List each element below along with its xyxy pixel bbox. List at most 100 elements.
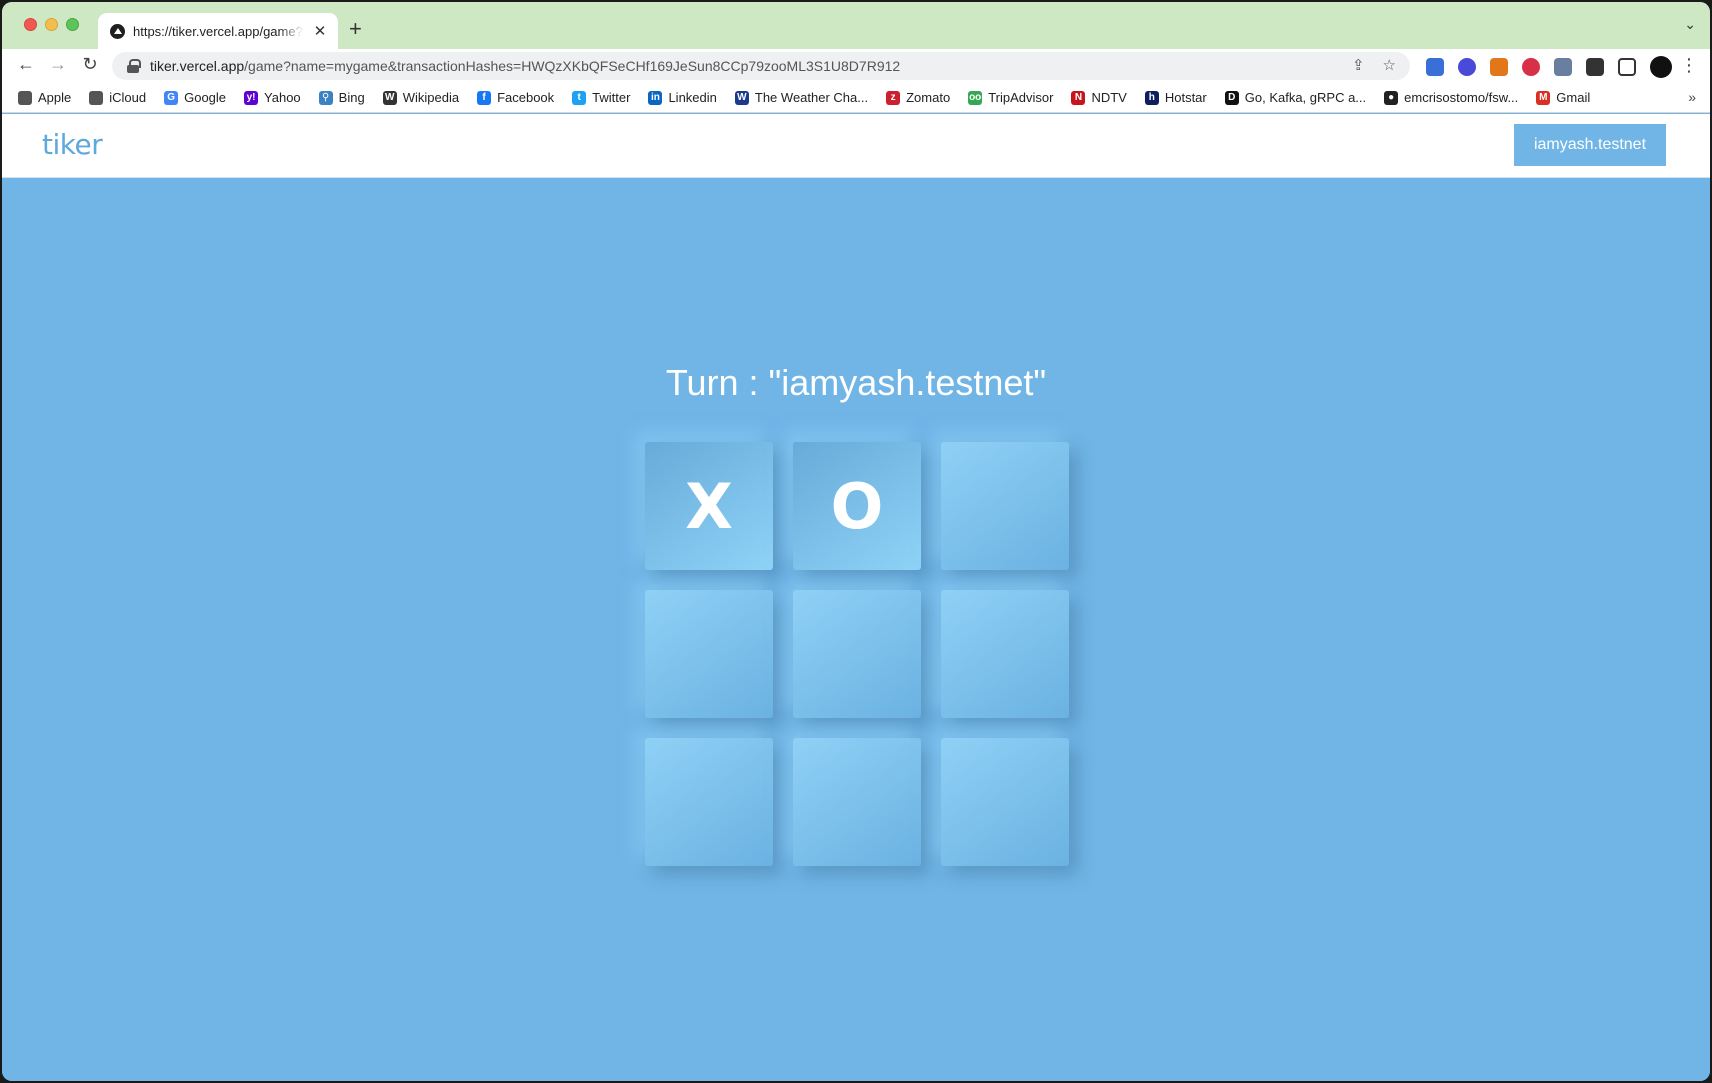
url-path: /game?name=mygame&transactionHashes=HWQz… [244,58,901,74]
bookmark-item[interactable]: iCloud [89,90,146,105]
board-cell[interactable]: O [793,442,921,570]
bookmark-favicon-icon: ● [1384,90,1399,105]
bookmark-item[interactable]: z Zomato [886,90,950,105]
tab-search-chevron-icon[interactable]: ⌄ [1684,16,1696,33]
bookmark-item[interactable]: N NDTV [1071,90,1127,105]
close-tab-icon[interactable]: ✕ [312,22,328,40]
bookmark-label: NDTV [1091,90,1127,105]
bookmark-item[interactable]: h Hotstar [1144,90,1207,105]
extensions-area [1426,56,1672,78]
bookmark-item[interactable]: Apple [18,90,71,105]
board-cell[interactable] [645,590,773,718]
url-host: tiker.vercel.app [150,58,245,74]
turn-indicator: Turn : "iamyash.testnet" [665,362,1047,403]
bookmark-label: iCloud [109,90,147,105]
bookmark-item[interactable]: oo TripAdvisor [968,90,1053,105]
bookmark-label: Zomato [906,90,951,105]
bookmark-label: Hotstar [1164,90,1207,105]
lock-icon[interactable] [126,59,141,73]
bookmark-favicon-icon: f [477,90,492,105]
share-icon[interactable]: ⇪ [1352,56,1365,74]
extension-icon[interactable] [1554,58,1572,76]
vercel-icon [110,23,125,39]
bookmarks-overflow-icon[interactable]: » [1688,89,1696,105]
bookmark-label: Twitter [592,90,631,105]
bookmark-label: Linkedin [668,90,717,105]
bookmark-label: Google [184,90,227,105]
bookmark-label: Wikipedia [402,90,460,105]
bookmark-item[interactable]: y! Yahoo [244,90,301,105]
board-cell[interactable] [941,590,1069,718]
bookmark-star-icon[interactable]: ☆ [1383,56,1396,74]
tab-strip: https://tiker.vercel.app/game?n ✕ + ⌄ [2,2,1710,49]
board-cell[interactable] [941,442,1069,570]
url-text[interactable]: tiker.vercel.app/game?name=mygame&transa… [150,58,900,74]
bookmark-label: Facebook [497,90,555,105]
bookmark-label: Yahoo [264,90,301,105]
bookmark-favicon-icon: M [1536,90,1551,105]
bookmark-label: emcrisostomo/fsw... [1404,90,1519,105]
active-tab[interactable]: https://tiker.vercel.app/game?n ✕ [98,13,338,49]
bookmark-favicon-icon: ⚲ [318,90,333,105]
bookmarks-bar: Apple iCloud G Google y! Yahoo ⚲ Bing W Wikipedia… [2,83,1710,113]
bookmark-item[interactable]: M Gmail [1536,90,1590,105]
board-cell[interactable] [941,738,1069,866]
brand-logo[interactable]: tiker [42,128,103,161]
bookmark-favicon-icon [18,90,32,105]
side-panel-icon[interactable] [1618,58,1636,76]
board-cell[interactable] [645,738,773,866]
bookmark-favicon-icon: in [648,90,663,105]
reload-button[interactable]: ↻ [78,54,102,75]
bookmark-favicon-icon: h [1144,90,1159,105]
bookmark-item[interactable]: f Facebook [477,90,554,105]
back-button[interactable]: ← [14,54,38,75]
bookmark-favicon-icon: t [572,90,587,105]
extension-icon[interactable] [1522,58,1540,76]
puzzle-icon[interactable] [1586,58,1604,76]
metamask-fox-icon[interactable] [1490,58,1508,76]
address-bar[interactable]: tiker.vercel.app/game?name=mygame&transa… [112,52,1410,80]
bookmark-item[interactable]: ● emcrisostomo/fsw... [1384,90,1518,105]
bookmark-item[interactable]: D Go, Kafka, gRPC a... [1224,90,1367,105]
bookmark-favicon-icon: W [382,90,397,105]
bookmark-favicon-icon [89,90,104,105]
zoom-window-button[interactable] [66,18,79,31]
bookmark-item[interactable]: W Wikipedia [382,90,460,105]
bookmark-label: Bing [338,90,365,105]
bookmark-label: Go, Kafka, gRPC a... [1244,90,1367,105]
bookmark-item[interactable]: ⚲ Bing [318,90,365,105]
bookmark-label: TripAdvisor [988,90,1054,105]
game-board: XO [645,442,1071,868]
bookmark-label: Apple [38,90,72,105]
browser-menu-icon[interactable]: ⋮ [1680,55,1698,76]
board-cell[interactable]: X [645,442,773,570]
profile-avatar[interactable] [1650,56,1672,78]
bookmark-item[interactable]: in Linkedin [648,90,717,105]
window-controls [24,18,79,31]
board-cell[interactable] [793,590,921,718]
tab-title: https://tiker.vercel.app/game?n [133,23,304,39]
omnibox-actions: ⇪ ☆ [1352,56,1396,74]
browser-window: https://tiker.vercel.app/game?n ✕ + ⌄ ← … [2,2,1710,1081]
bookmark-favicon-icon: D [1224,90,1239,105]
bookmark-item[interactable]: W The Weather Cha... [734,90,869,105]
bookmark-item[interactable]: G Google [164,90,226,105]
bookmark-favicon-icon: oo [968,90,983,105]
extension-icon[interactable] [1458,58,1476,76]
web-page: tiker iamyash.testnet Turn : "iamyash.te… [2,114,1710,1081]
forward-button[interactable]: → [46,54,70,75]
minimize-window-button[interactable] [45,18,58,31]
new-tab-button[interactable]: + [349,16,362,42]
close-window-button[interactable] [24,18,37,31]
account-button[interactable]: iamyash.testnet [1514,124,1666,166]
bookmark-favicon-icon: z [886,90,901,105]
bookmark-favicon-icon: N [1071,90,1086,105]
bookmark-label: Gmail [1556,90,1591,105]
extension-icon[interactable] [1426,58,1444,76]
bookmark-favicon-icon: y! [244,90,259,105]
app-navbar: tiker iamyash.testnet [2,114,1710,178]
bookmark-label: The Weather Cha... [754,90,869,105]
board-cell[interactable] [793,738,921,866]
bookmark-item[interactable]: t Twitter [572,90,630,105]
bookmark-favicon-icon: W [734,90,749,105]
